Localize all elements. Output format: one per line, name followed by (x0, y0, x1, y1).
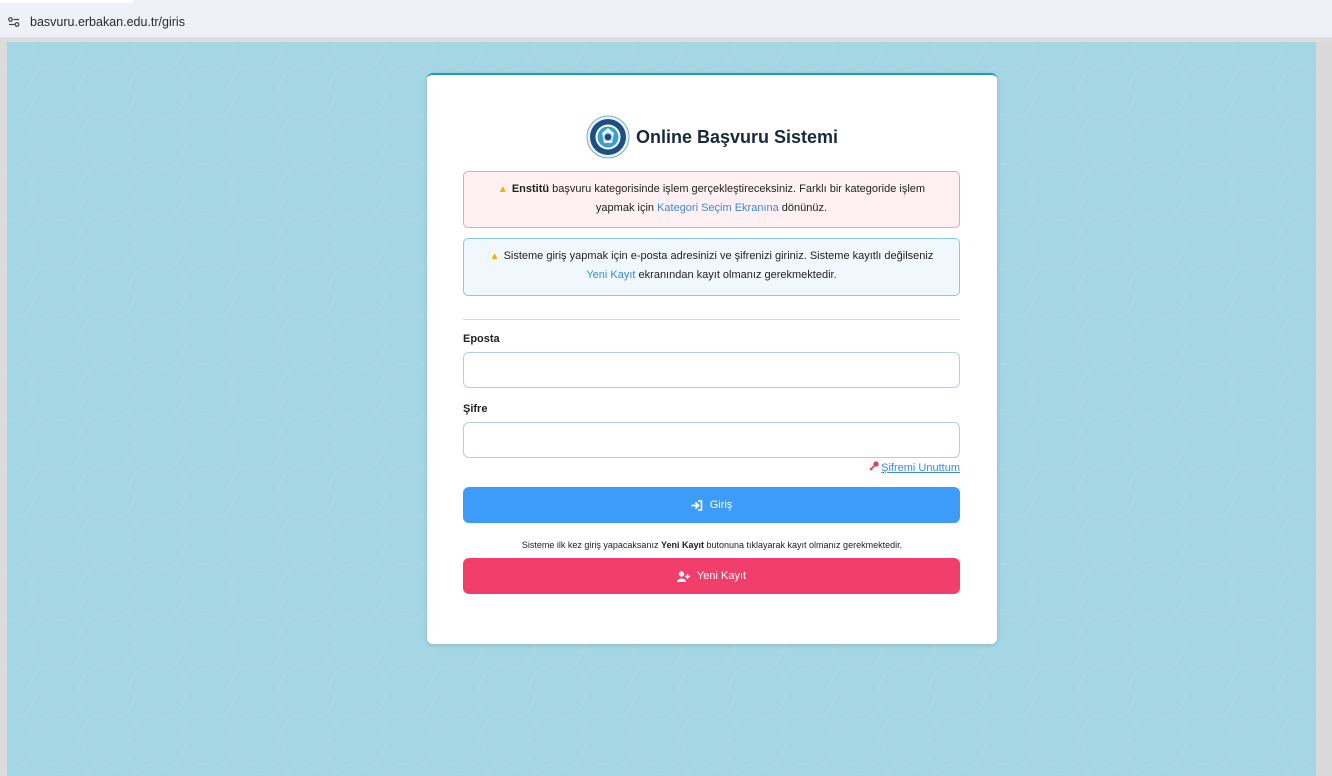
login-button[interactable]: Giriş (463, 487, 960, 523)
card-header: Online Başvuru Sistemi (427, 115, 997, 159)
page-viewport: Online Başvuru Sistemi ▲ Enstitü başvuru … (7, 42, 1316, 776)
register-button-label: Yeni Kayıt (696, 570, 747, 582)
note-text: Sisteme ilk kez giriş yapacaksanız (521, 540, 661, 550)
category-alert-text-end: dönünüz. (778, 202, 828, 214)
address-bar[interactable]: basvuru.erbakan.edu.tr/giris (0, 6, 1332, 38)
login-info-text-end: ekranından kayıt olmanız gerekmektedir. (635, 269, 837, 281)
note-bold: Yeni Kayıt (660, 540, 704, 550)
email-field[interactable] (463, 352, 960, 388)
password-label: Şifre (463, 403, 488, 415)
url-text[interactable]: basvuru.erbakan.edu.tr/giris (30, 15, 185, 29)
register-button[interactable]: Yeni Kayıt (463, 558, 960, 594)
user-plus-icon (676, 570, 690, 582)
category-selection-link[interactable]: Kategori Seçim Ekranına (657, 202, 779, 214)
registration-note: Sisteme ilk kez giriş yapacaksanız Yeni … (427, 540, 997, 550)
new-registration-link[interactable]: Yeni Kayıt (586, 269, 635, 281)
forgot-password-link[interactable]: Şifremi Unuttum (869, 461, 960, 474)
scrollbar[interactable] (1316, 42, 1332, 776)
warning-icon: ▲ (489, 251, 500, 262)
category-alert: ▲ Enstitü başvuru kategorisinde işlem ger… (463, 171, 960, 228)
university-logo (586, 115, 630, 159)
key-icon (869, 461, 879, 474)
sign-in-icon (691, 499, 702, 511)
password-field[interactable] (463, 422, 960, 458)
email-label: Eposta (463, 333, 500, 345)
login-button-label: Giriş (709, 499, 733, 511)
active-tab-edge (0, 0, 133, 3)
page-title: Online Başvuru Sistemi (635, 126, 839, 147)
forgot-password-label[interactable]: Şifremi Unuttum (881, 462, 960, 474)
login-info-text: Sisteme giriş yapmak için e-posta adresi… (503, 250, 934, 262)
category-alert-bold: Enstitü (511, 183, 550, 195)
login-info-alert: ▲ Sisteme giriş yapmak için e-posta adres… (463, 238, 960, 296)
site-settings-icon[interactable] (8, 16, 20, 27)
warning-icon: ▲ (497, 184, 508, 195)
divider (463, 319, 960, 320)
note-text-end: butonuna tıklayarak kayıt olmanız gerekm… (703, 540, 903, 550)
login-card: Online Başvuru Sistemi ▲ Enstitü başvuru … (427, 73, 997, 644)
